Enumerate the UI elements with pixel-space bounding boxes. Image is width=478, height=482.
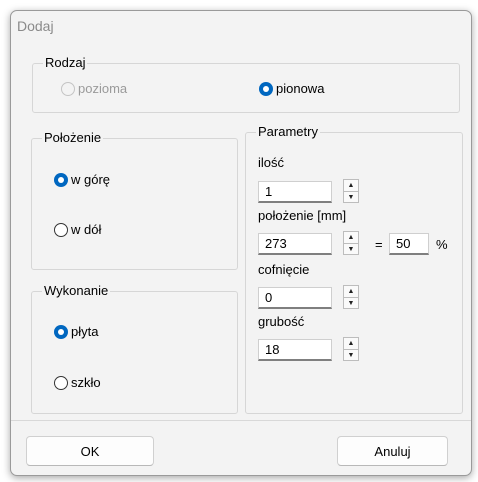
radio-szklo-indicator[interactable] bbox=[54, 375, 68, 390]
radio-w-gore-indicator[interactable] bbox=[54, 172, 68, 187]
cancel-button[interactable]: Anuluj bbox=[337, 436, 448, 466]
spin-up-icon[interactable]: ▲ bbox=[344, 232, 358, 244]
grubosc-label: grubość bbox=[258, 314, 305, 329]
cofniecie-label: cofnięcie bbox=[258, 262, 310, 277]
radio-pionowa[interactable]: pionowa bbox=[259, 81, 324, 96]
dialog-title: Dodaj bbox=[17, 18, 54, 34]
radio-pionowa-label[interactable]: pionowa bbox=[276, 81, 324, 96]
ilosc-label: ilość bbox=[258, 155, 285, 170]
radio-plyta-indicator[interactable] bbox=[54, 324, 68, 339]
ilosc-field[interactable]: 1 bbox=[258, 181, 332, 203]
radio-szklo-label[interactable]: szkło bbox=[71, 375, 101, 390]
equals-sign: = bbox=[375, 237, 383, 252]
radio-pionowa-indicator[interactable] bbox=[259, 81, 273, 96]
grubosc-field[interactable]: 18 bbox=[258, 339, 332, 361]
spin-down-icon[interactable]: ▼ bbox=[344, 244, 358, 255]
percent-sign: % bbox=[436, 237, 448, 252]
radio-w-gore[interactable]: w górę bbox=[54, 172, 110, 187]
radio-w-gore-label[interactable]: w górę bbox=[71, 172, 110, 187]
spin-up-icon[interactable]: ▲ bbox=[344, 338, 358, 350]
group-wykonanie-label: Wykonanie bbox=[42, 283, 111, 298]
cofniecie-spinner[interactable]: ▲ ▼ bbox=[343, 285, 359, 309]
radio-w-dol-indicator[interactable] bbox=[54, 222, 68, 237]
radio-plyta-label[interactable]: płyta bbox=[71, 324, 98, 339]
spin-down-icon[interactable]: ▼ bbox=[344, 192, 358, 203]
group-wykonanie: Wykonanie płyta szkło bbox=[31, 283, 238, 414]
cofniecie-field[interactable]: 0 bbox=[258, 287, 332, 309]
radio-szklo[interactable]: szkło bbox=[54, 375, 101, 390]
radio-pozioma-label: pozioma bbox=[78, 81, 128, 96]
radio-pozioma: pozioma bbox=[61, 81, 127, 96]
footer-divider bbox=[11, 420, 471, 421]
ilosc-spinner[interactable]: ▲ ▼ bbox=[343, 179, 359, 203]
dialog-window: Dodaj Rodzaj pozioma pionowa Położenie w… bbox=[10, 10, 472, 476]
spin-down-icon[interactable]: ▼ bbox=[344, 350, 358, 361]
radio-w-dol-label[interactable]: w dół bbox=[71, 222, 101, 237]
radio-pozioma-indicator bbox=[61, 81, 75, 96]
spin-up-icon[interactable]: ▲ bbox=[344, 180, 358, 192]
spin-down-icon[interactable]: ▼ bbox=[344, 298, 358, 309]
percent-field[interactable]: 50 bbox=[389, 233, 429, 255]
group-polozenie-label: Położenie bbox=[42, 130, 104, 145]
spin-up-icon[interactable]: ▲ bbox=[344, 286, 358, 298]
group-parametry: Parametry ilość 1 ▲ ▼ położenie [mm] 273… bbox=[245, 124, 463, 414]
polozenie-mm-field[interactable]: 273 bbox=[258, 233, 332, 255]
polozenie-mm-spinner[interactable]: ▲ ▼ bbox=[343, 231, 359, 255]
radio-w-dol[interactable]: w dół bbox=[54, 222, 101, 237]
ok-button[interactable]: OK bbox=[26, 436, 154, 466]
group-rodzaj-label: Rodzaj bbox=[43, 55, 88, 70]
group-rodzaj: Rodzaj pozioma pionowa bbox=[32, 55, 460, 113]
grubosc-spinner[interactable]: ▲ ▼ bbox=[343, 337, 359, 361]
group-polozenie: Położenie w górę w dół bbox=[31, 130, 238, 270]
polozenie-mm-label: położenie [mm] bbox=[258, 208, 347, 223]
group-parametry-label: Parametry bbox=[256, 124, 320, 139]
radio-plyta[interactable]: płyta bbox=[54, 324, 98, 339]
